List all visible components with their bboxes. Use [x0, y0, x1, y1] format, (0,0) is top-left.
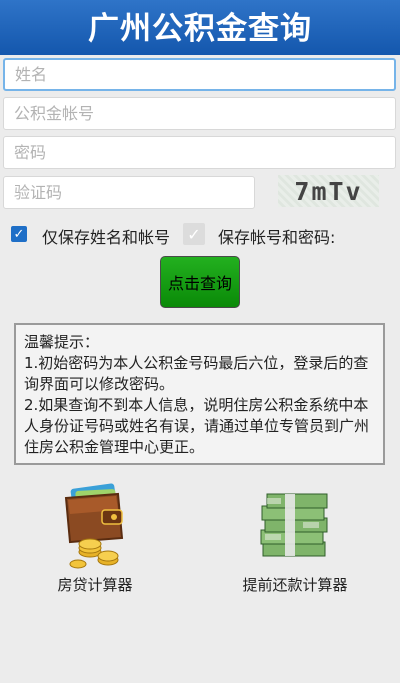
- app-header: 广州公积金查询: [0, 0, 400, 55]
- save-account-password-label: 保存帐号和密码:: [218, 228, 336, 247]
- save-options-row: ✓ 仅保存姓名和帐号 ✓ 保存帐号和密码:: [0, 223, 400, 251]
- tips-title: 温馨提示：: [24, 333, 100, 351]
- save-account-password-checkbox[interactable]: ✓: [183, 223, 205, 245]
- save-name-account-label: 仅保存姓名和帐号: [42, 228, 171, 247]
- prepayment-calculator-button[interactable]: 提前还款计算器: [225, 480, 365, 595]
- mortgage-calculator-label: 房贷计算器: [57, 576, 133, 594]
- tip-item: 2.如果查询不到本人信息，说明住房公积金系统中本人身份证号码或姓名有误，请通过单…: [24, 396, 370, 456]
- prepayment-calculator-label: 提前还款计算器: [242, 576, 348, 594]
- mortgage-calculator-button[interactable]: 房贷计算器: [45, 480, 145, 595]
- query-button[interactable]: 点击查询: [160, 256, 240, 308]
- tips-panel: 温馨提示： 1.初始密码为本人公积金号码最后六位，登录后的查询界面可以修改密码。…: [14, 323, 385, 465]
- save-name-account-checkbox[interactable]: ✓: [11, 226, 27, 242]
- app-title: 广州公积金查询: [88, 11, 312, 47]
- wallet-coins-icon: [60, 480, 130, 570]
- captcha-input[interactable]: [3, 176, 255, 209]
- tip-item: 1.初始密码为本人公积金号码最后六位，登录后的查询界面可以修改密码。: [24, 354, 369, 393]
- password-input[interactable]: [3, 136, 396, 169]
- name-input[interactable]: [3, 58, 396, 91]
- money-stack-icon: [255, 480, 335, 570]
- captcha-image[interactable]: 7mTv: [278, 175, 379, 207]
- account-input[interactable]: [3, 97, 396, 130]
